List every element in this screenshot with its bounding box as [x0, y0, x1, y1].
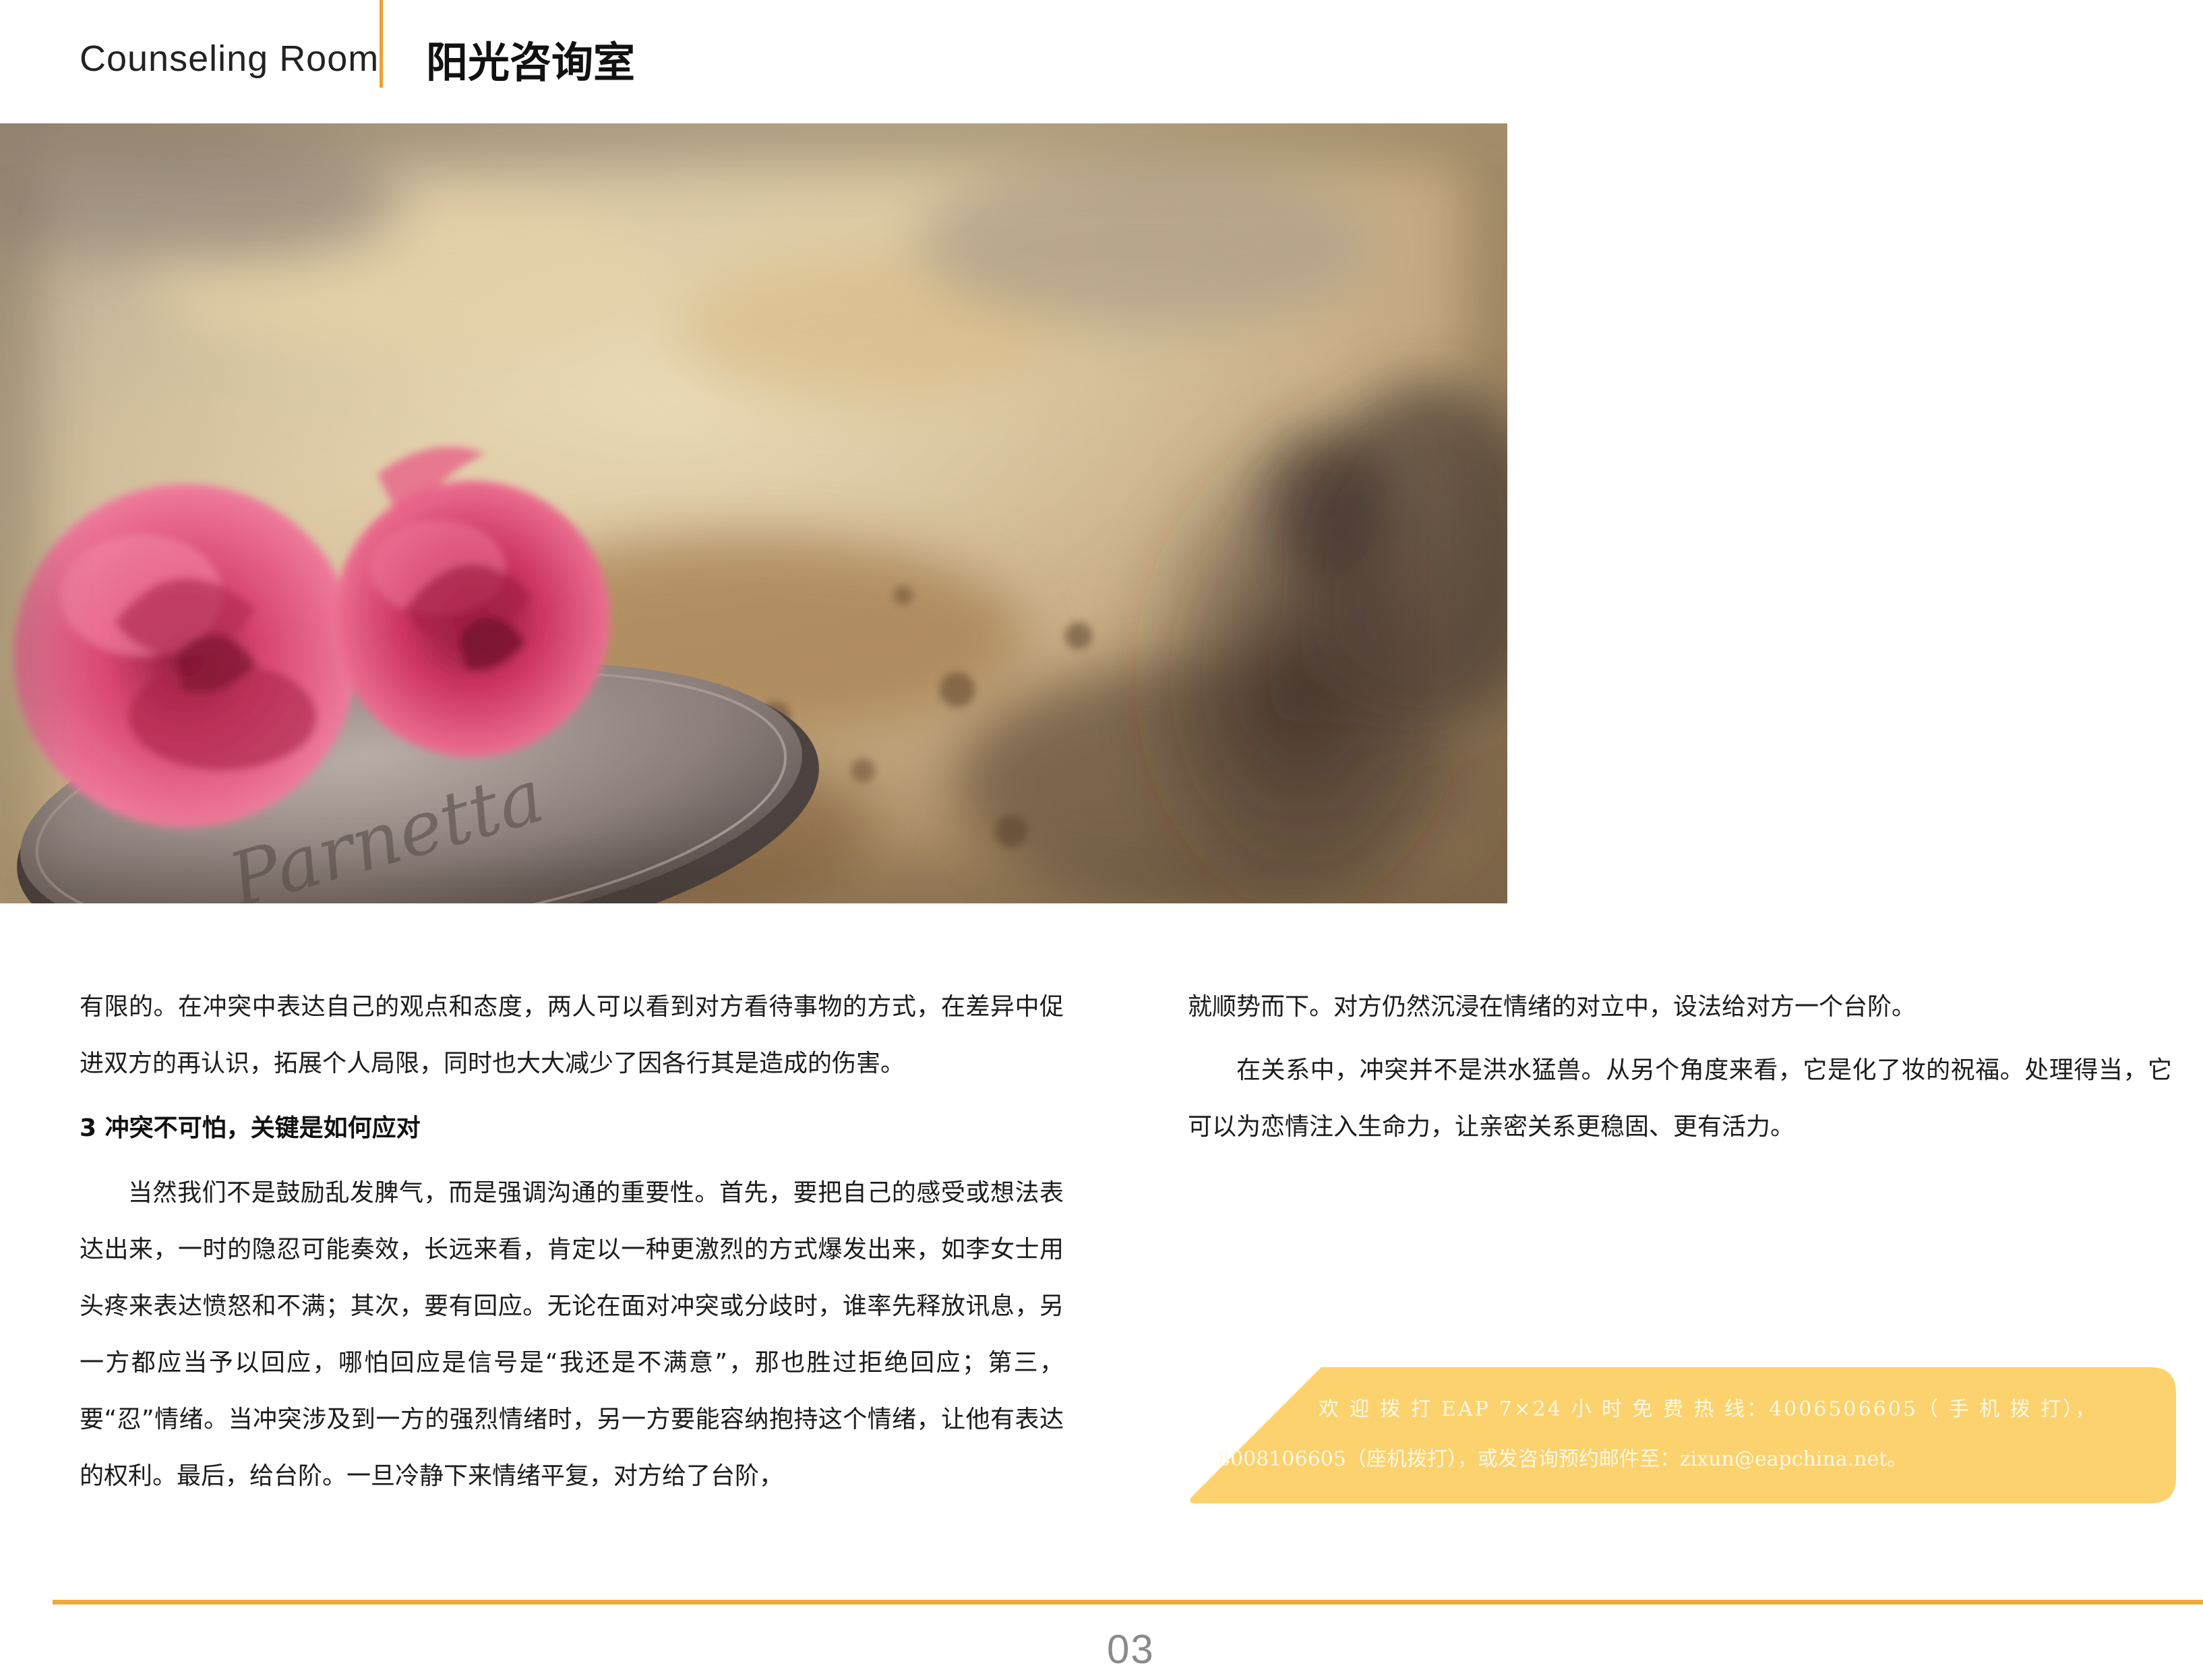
header-title-cn: 阳光咨询室 — [426, 38, 636, 87]
hotline-text: 欢 迎 拨 打 EAP 7×24 小 时 免 费 热 线：4006506605（… — [1217, 1385, 2154, 1484]
section-heading: 3 冲突不可怕，关键是如何应对 — [80, 1114, 421, 1142]
hotline-line-2: 8008106605（座机拨打），或发咨询预约邮件至：zixun@eapchin… — [1217, 1447, 1908, 1471]
hotline-line-1: 欢 迎 拨 打 EAP 7×24 小 时 免 费 热 线：4006506605（… — [1319, 1398, 2098, 1421]
article-left-column: 有限的。在冲突中表达自己的观点和态度，两人可以看到对方看待事物的方式，在差异中促… — [80, 979, 1064, 1505]
article-right-column: 就顺势而下。对方仍然沉浸在情绪的对立中，设法给对方一个台阶。 在关系中，冲突并不… — [1188, 979, 2172, 1156]
left-paragraph-1: 有限的。在冲突中表达自己的观点和态度，两人可以看到对方看待事物的方式，在差异中促… — [80, 993, 1064, 1077]
left-paragraph-2: 当然我们不是鼓励乱发脾气，而是强调沟通的重要性。首先，要把自己的感受或想法表达出… — [80, 1179, 1064, 1490]
right-paragraph-2: 在关系中，冲突并不是洪水猛兽。从另个角度来看，它是化了妆的祝福。处理得当，它可以… — [1188, 1056, 2172, 1141]
footer-rule — [53, 1600, 2203, 1604]
header-title-en: Counseling Room — [80, 38, 380, 79]
rose-coin-photo: Parnetta — [0, 123, 1507, 903]
right-paragraph-1: 就顺势而下。对方仍然沉浸在情绪的对立中，设法给对方一个台阶。 — [1188, 993, 1917, 1021]
page-number: 03 — [1107, 1627, 1155, 1672]
header-divider — [380, 0, 383, 88]
hotline-banner: 欢 迎 拨 打 EAP 7×24 小 时 免 费 热 线：4006506605（… — [1186, 1367, 2176, 1503]
